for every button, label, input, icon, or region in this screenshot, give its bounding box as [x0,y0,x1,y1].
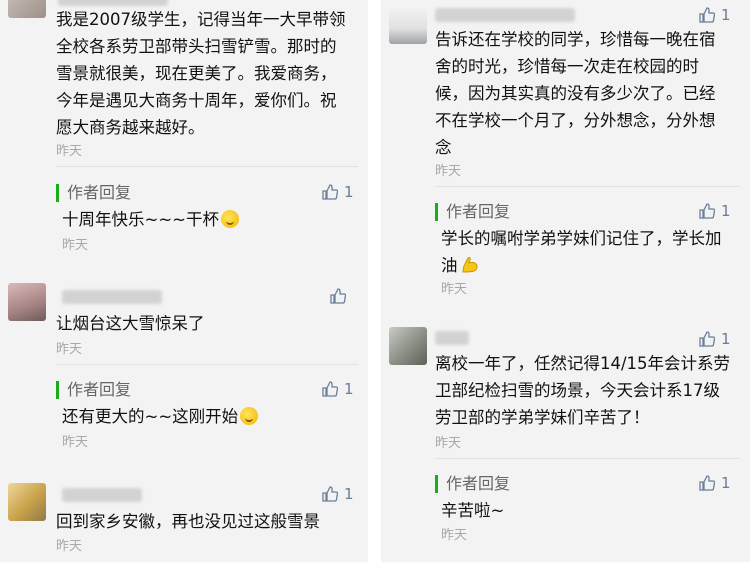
reply-text: 学长的嘱咐学弟学妹们记住了，学长加油 [441,225,731,279]
reply-like-button[interactable]: 1 [322,183,354,201]
comment-time: 昨天 [56,342,83,357]
thumbs-up-icon [699,475,715,491]
comment-time: 昨天 [56,144,83,159]
comment-like-count: 1 [721,6,731,24]
reply-time: 昨天 [441,528,468,543]
cheers-emoji-icon [220,210,239,228]
comment-time: 昨天 [435,436,462,451]
author-reply-label: 作者回复 [435,203,510,221]
author-reply-label: 作者回复 [56,184,131,202]
comments-panel-left: 我是2007级学生，记得当年一大早带领全校各系劳卫部带头扫雪铲雪。那时的雪景就很… [0,0,368,562]
avatar[interactable] [8,483,46,521]
flexed-biceps-emoji-icon [461,257,478,273]
comment-time: 昨天 [56,539,83,554]
comment-text: 回到家乡安徽，再也没见过这般雪景 [56,512,320,531]
avatar[interactable] [389,327,427,365]
avatar[interactable] [8,283,46,321]
comment-like-button[interactable]: 1 [699,330,731,348]
avatar[interactable] [8,0,46,18]
thumbs-up-icon [322,381,338,397]
reply-time: 昨天 [62,435,89,450]
comment-text: 告诉还在学校的同学，珍惜每一晚在宿舍的时光，珍惜每一次走在校园的时候，因为其实真… [435,30,716,157]
divider [435,186,740,187]
reply-like-button[interactable]: 1 [699,202,731,220]
comment-like-button[interactable] [330,288,352,304]
commenter-name [435,331,469,345]
thumbs-up-icon [322,486,338,502]
divider [56,166,358,167]
comment-text: 离校一年了，任然记得14/15年会计系劳卫部纪检扫雪的场景，今天会计系17级劳卫… [435,354,731,427]
divider [435,458,740,459]
reply-like-count: 1 [344,380,354,398]
avatar[interactable] [389,6,427,44]
comments-panel-right: 1 告诉还在学校的同学，珍惜每一晚在宿舍的时光，珍惜每一次走在校园的时候，因为其… [381,0,750,562]
commenter-name [62,488,142,502]
cheers-emoji-icon [240,407,259,425]
divider [56,364,358,365]
reply-text-content: 十周年快乐~~~干杯 [62,210,219,229]
reply-like-count: 1 [721,202,731,220]
reply-text-content: 学长的嘱咐学弟学妹们记住了，学长加油 [441,229,722,275]
comment-like-button[interactable]: 1 [322,485,354,503]
reply-like-button[interactable]: 1 [322,380,354,398]
author-reply-label: 作者回复 [56,381,131,399]
commenter-name [435,8,575,22]
reply-like-button[interactable]: 1 [699,474,731,492]
reply-text: 还有更大的~~这刚开始 [62,403,352,430]
reply-text: 十周年快乐~~~干杯 [62,206,352,233]
reply-time: 昨天 [441,282,468,297]
thumbs-up-icon [322,184,338,200]
reply-text: 辛苦啦~ [441,501,505,520]
thumbs-up-icon [699,7,715,23]
reply-time: 昨天 [62,238,89,253]
comment-like-count: 1 [344,485,354,503]
thumbs-up-icon [330,288,346,304]
thumbs-up-icon [699,203,715,219]
commenter-name [62,290,162,304]
thumbs-up-icon [699,331,715,347]
comment-like-count: 1 [721,330,731,348]
reply-text-content: 还有更大的~~这刚开始 [62,407,239,426]
author-reply-label: 作者回复 [435,475,510,493]
reply-like-count: 1 [344,183,354,201]
comment-text: 让烟台这大雪惊呆了 [56,314,205,333]
comment-like-button[interactable]: 1 [699,6,731,24]
reply-like-count: 1 [721,474,731,492]
comment-text: 我是2007级学生，记得当年一大早带领全校各系劳卫部带头扫雪铲雪。那时的雪景就很… [56,10,346,137]
comment-time: 昨天 [435,164,462,179]
